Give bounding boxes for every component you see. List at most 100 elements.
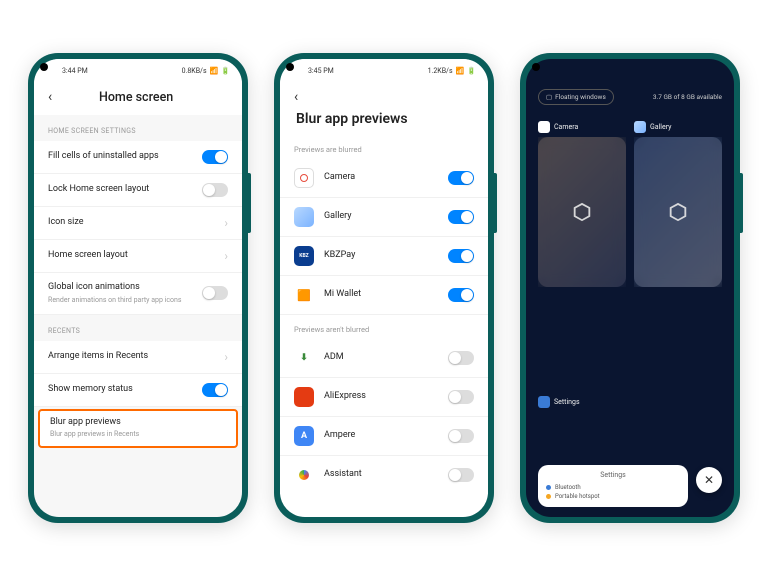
phone-home-screen-settings: 3:44 PM 0.8KB/s 📶 🔋 ‹ Home screen HOME S… [28,53,248,523]
app-label: AliExpress [324,391,438,403]
toggle-camera[interactable] [448,171,474,185]
recents-header: ▢ Floating windows 3.7 GB of 8 GB availa… [526,59,734,113]
status-net: 1.2KB/s [428,67,453,75]
app-label: Assistant [324,469,438,481]
section-home-screen-settings: HOME SCREEN SETTINGS [34,115,242,141]
row-sublabel: Render animations on third party app ico… [48,296,192,305]
floating-label: Floating windows [555,93,606,101]
chevron-right-icon: › [224,350,228,364]
clear-all-button[interactable]: ✕ [696,467,722,493]
row-home-screen-layout[interactable]: Home screen layout › [34,240,242,273]
battery-icon: 🔋 [221,67,230,75]
signal-icon: 📶 [456,67,465,75]
row-app-adm[interactable]: ⬇ ADM [280,339,488,378]
card-label: Camera [554,123,578,131]
row-sublabel: Blur app previews in Recents [50,430,226,439]
row-global-animations[interactable]: Global icon animations Render animations… [34,273,242,315]
row-label: Blur app previews [50,417,226,429]
blur-placeholder-icon [571,201,593,223]
status-bar: 3:44 PM 0.8KB/s 📶 🔋 [34,59,242,79]
status-time: 3:45 PM [308,67,334,75]
recents-grid: Camera Gallery [526,113,734,517]
camera-punch-hole [532,63,540,71]
blur-placeholder-icon [667,201,689,223]
row-label: Lock Home screen layout [48,184,192,196]
app-label: Camera [324,172,438,184]
close-icon: ✕ [704,473,714,487]
status-right: 1.2KB/s 📶 🔋 [428,67,476,75]
toggle-adm[interactable] [448,351,474,365]
settings-row-label: Portable hotspot [555,493,600,500]
row-fill-cells[interactable]: Fill cells of uninstalled apps [34,141,242,174]
screen: 3:44 PM 0.8KB/s 📶 🔋 ‹ Home screen HOME S… [34,59,242,517]
assistant-icon [294,465,314,485]
card-label: Gallery [650,123,671,131]
aliexpress-icon [294,387,314,407]
recent-card-gallery[interactable]: Gallery [634,121,722,388]
status-time: 3:44 PM [62,67,88,75]
status-net: 0.8KB/s [182,67,207,75]
app-label: KBZPay [324,250,438,262]
row-app-aliexpress[interactable]: AliExpress [280,378,488,417]
row-arrange-recents[interactable]: Arrange items in Recents › [34,341,242,374]
toggle-memory-status[interactable] [202,383,228,397]
recent-card-camera[interactable]: Camera [538,121,626,388]
chevron-right-icon: › [224,216,228,230]
camera-icon [294,168,314,188]
row-label: Home screen layout [48,250,214,262]
row-app-camera[interactable]: Camera [280,159,488,198]
settings-preview-card[interactable]: Settings Bluetooth Portable hotspot [538,465,688,507]
toggle-lock-layout[interactable] [202,183,228,197]
settings-icon [538,396,550,408]
camera-punch-hole [40,63,48,71]
row-blur-previews-highlighted[interactable]: Blur app previews Blur app previews in R… [38,409,238,448]
row-label: Show memory status [48,384,192,396]
row-label: Icon size [48,217,214,229]
toggle-global-animations[interactable] [202,286,228,300]
app-label: Mi Wallet [324,289,438,301]
page-title: Home screen [64,90,208,105]
section-recents: RECENTS [34,315,242,341]
gallery-icon [294,207,314,227]
back-icon[interactable]: ‹ [294,89,298,105]
toggle-assistant[interactable] [448,468,474,482]
toggle-fill-cells[interactable] [202,150,228,164]
toggle-kbzpay[interactable] [448,249,474,263]
app-label: Ampere [324,430,438,442]
row-app-gallery[interactable]: Gallery [280,198,488,237]
row-label: Global icon animations [48,282,192,294]
window-icon: ▢ [546,93,552,101]
settings-card-title: Settings [546,471,680,479]
toggle-miwallet[interactable] [448,288,474,302]
floating-windows-button[interactable]: ▢ Floating windows [538,89,614,105]
back-icon[interactable]: ‹ [48,89,52,105]
row-icon-size[interactable]: Icon size › [34,207,242,240]
toggle-gallery[interactable] [448,210,474,224]
toggle-ampere[interactable] [448,429,474,443]
settings-row-label: Bluetooth [555,484,581,491]
row-lock-layout[interactable]: Lock Home screen layout [34,174,242,207]
page-title: Blur app previews [296,111,474,127]
kbzpay-icon: KBZ [294,246,314,266]
status-right: 0.8KB/s 📶 🔋 [182,67,230,75]
row-app-miwallet[interactable]: 🟧 Mi Wallet [280,276,488,315]
card-preview-blurred[interactable] [634,137,722,287]
row-label: Fill cells of uninstalled apps [48,151,192,163]
row-memory-status[interactable]: Show memory status [34,374,242,407]
row-app-assistant[interactable]: Assistant [280,456,488,494]
memory-status: 3.7 GB of 8 GB available [653,93,722,101]
app-label: Gallery [324,211,438,223]
row-app-ampere[interactable]: A Ampere [280,417,488,456]
row-app-kbzpay[interactable]: KBZ KBZPay [280,237,488,276]
row-label: Arrange items in Recents [48,351,214,363]
app-label: ADM [324,352,438,364]
card-label: Settings [554,398,580,406]
miwallet-icon: 🟧 [294,285,314,305]
header: ‹ Home screen [34,79,242,115]
card-preview-blurred[interactable] [538,137,626,287]
screen: 3:45 PM 1.2KB/s 📶 🔋 ‹ Blur app previews … [280,59,488,517]
ampere-icon: A [294,426,314,446]
gallery-icon [634,121,646,133]
toggle-aliexpress[interactable] [448,390,474,404]
phone-recents-view: ▢ Floating windows 3.7 GB of 8 GB availa… [520,53,740,523]
